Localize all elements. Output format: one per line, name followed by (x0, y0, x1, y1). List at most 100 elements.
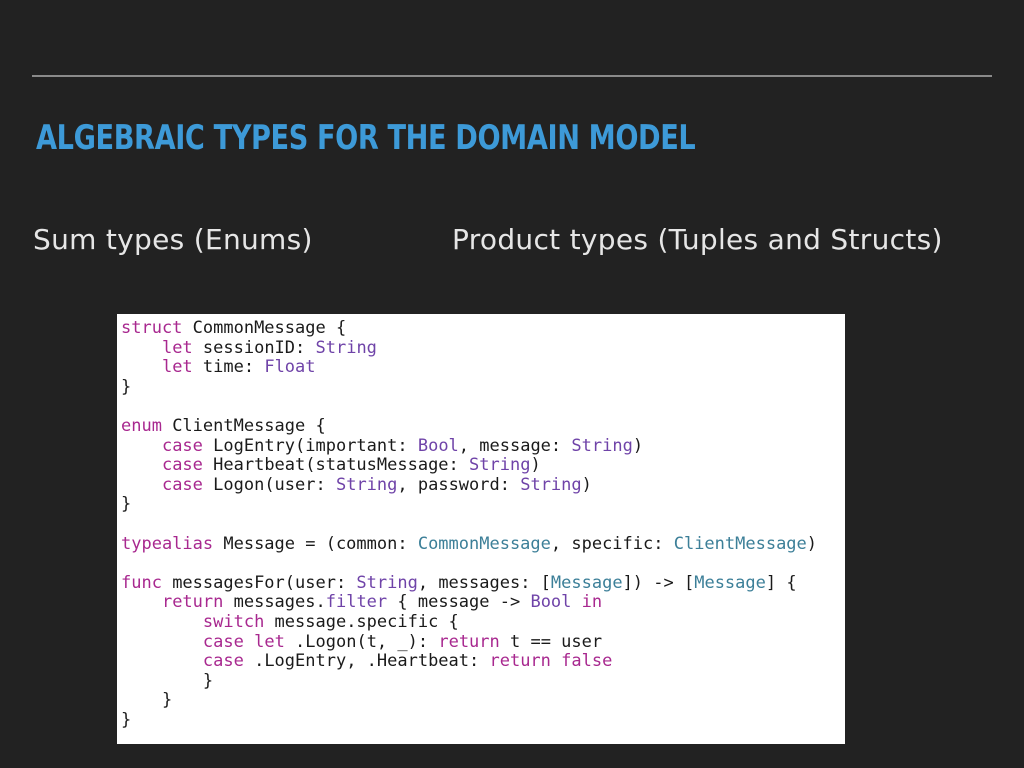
code-line: } (121, 495, 817, 515)
swift-code-block: struct CommonMessage { let sessionID: St… (121, 318, 818, 731)
code-token: } (121, 376, 132, 397)
code-token: message.specific { (264, 611, 459, 632)
code-token: switch (202, 611, 265, 632)
code-token: LogEntry(important: (202, 435, 418, 456)
code-token: , messages: [ (417, 572, 551, 593)
code-token: .Logon(t, _): (284, 631, 439, 652)
code-line: enum ClientMessage { (121, 415, 817, 437)
code-token: let (161, 337, 193, 358)
code-token: Float (264, 357, 316, 378)
code-token: } (121, 690, 173, 711)
code-line: case .LogEntry, .Heartbeat: return false (121, 651, 817, 672)
code-token: t == user (499, 631, 603, 652)
code-token: } (121, 494, 132, 515)
sum-types-heading: Sum types (Enums) (33, 223, 313, 256)
code-token: time: (192, 357, 265, 378)
code-token: , specific: (550, 533, 674, 554)
code-token: String (469, 455, 531, 476)
code-token: String (356, 572, 418, 593)
code-token: filter (325, 592, 388, 613)
code-line: let sessionID: String (121, 337, 817, 359)
header-divider (32, 75, 992, 77)
code-token: case (202, 651, 244, 672)
code-token: { message -> (387, 592, 531, 613)
code-token: ClientMessage (673, 533, 807, 554)
code-token: messagesFor(user: (161, 572, 357, 593)
code-token: case (161, 455, 203, 476)
code-token: String (315, 337, 377, 358)
code-token: ) (581, 474, 592, 495)
code-line: typealias Message = (common: CommonMessa… (121, 533, 818, 555)
code-token: Logon(user: (202, 474, 336, 495)
code-line: return messages.filter { message -> Bool… (121, 593, 817, 613)
code-token: struct (121, 318, 183, 338)
code-token: ClientMessage { (161, 415, 326, 436)
code-line: } (121, 690, 817, 711)
code-token: CommonMessage (417, 533, 551, 554)
code-token: Heartbeat(statusMessage: (202, 455, 470, 476)
code-token: String (335, 474, 398, 495)
code-line: ​ (121, 397, 817, 417)
code-token: sessionID: (192, 337, 316, 358)
code-token: Bool (417, 435, 459, 456)
code-token: let (254, 631, 285, 652)
code-line: case LogEntry(important: Bool, message: … (121, 435, 817, 457)
code-line: func messagesFor(user: String, messages:… (121, 572, 817, 594)
code-line: let time: Float (121, 357, 817, 378)
code-token: Bool (530, 592, 572, 613)
code-token: enum (121, 415, 162, 436)
code-line: case Heartbeat(statusMessage: String) (121, 455, 817, 476)
code-line: case let .Logon(t, _): return t == user (121, 631, 817, 653)
code-token: ) (530, 455, 541, 476)
code-token: , password: (397, 474, 521, 495)
code-token: ] { (765, 572, 797, 593)
code-token: func (121, 572, 162, 593)
code-token: return (438, 631, 500, 652)
code-line: ​ (121, 515, 817, 535)
code-line: } (121, 709, 817, 731)
slide-title: ALGEBRAIC TYPES FOR THE DOMAIN MODEL (36, 118, 696, 158)
code-line: } (121, 376, 817, 398)
code-token: messages. (223, 592, 326, 613)
code-token: String (571, 435, 633, 456)
code-token: String (520, 474, 582, 495)
code-token: false (561, 651, 613, 672)
code-token: let (161, 357, 193, 378)
code-token: .LogEntry, .Heartbeat: (243, 651, 490, 672)
product-types-heading: Product types (Tuples and Structs) (452, 223, 943, 256)
code-token: } (121, 670, 214, 691)
code-token: ]) -> [ (622, 572, 695, 593)
code-token: return (489, 651, 551, 672)
code-token: Message = (common: (213, 533, 418, 554)
code-line: case Logon(user: String, password: Strin… (121, 474, 817, 496)
code-token: ) (806, 533, 818, 554)
code-line: ​ (121, 554, 817, 574)
code-line: } (121, 670, 817, 692)
code-token: in (581, 592, 603, 613)
code-token: typealias (121, 533, 214, 554)
code-token: case (161, 474, 203, 495)
code-token: CommonMessage { (182, 318, 347, 338)
code-token: Message (694, 572, 766, 593)
code-token: return (161, 592, 224, 613)
code-line: struct CommonMessage { (121, 318, 817, 339)
code-line: switch message.specific { (121, 611, 817, 633)
code-token: } (121, 709, 132, 730)
code-token: case (202, 631, 244, 652)
code-token: case (161, 435, 203, 456)
code-token: , message: (458, 435, 572, 456)
code-token: ) (632, 435, 644, 456)
code-token: Message (550, 572, 623, 593)
code-snippet-panel: struct CommonMessage { let sessionID: St… (117, 314, 845, 744)
